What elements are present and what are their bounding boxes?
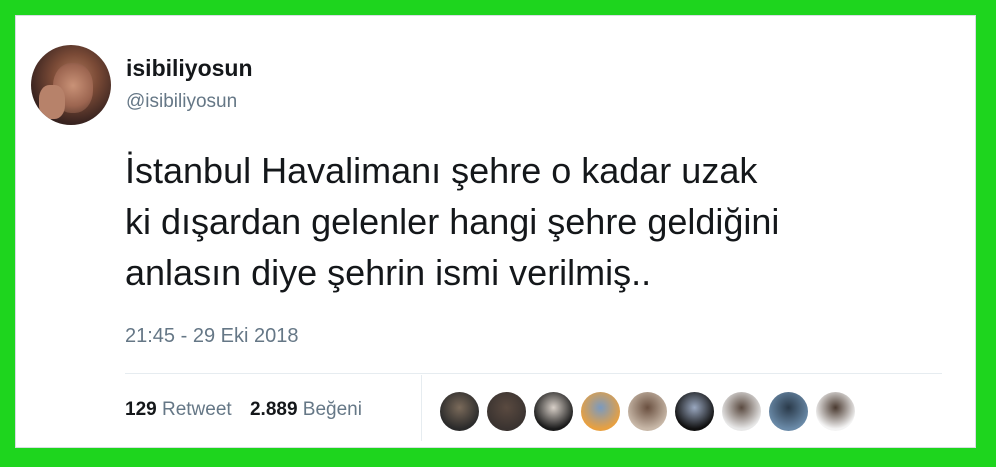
tweet-text: İstanbul Havalimanı şehre o kadar uzak k… (125, 150, 780, 293)
liker-avatar-6[interactable] (675, 392, 714, 431)
liker-avatar-9[interactable] (816, 392, 855, 431)
tweet-timestamp[interactable]: 21:45 - 29 Eki 2018 (125, 325, 298, 348)
display-name[interactable]: isibiliyosun (126, 55, 253, 82)
avatar-hand (39, 85, 65, 119)
liker-avatar-2[interactable] (487, 392, 526, 431)
liker-avatar-4[interactable] (581, 392, 620, 431)
liker-avatar-8[interactable] (769, 392, 808, 431)
retweet-stat[interactable]: 129 Retweet (125, 399, 232, 421)
retweet-count: 129 (125, 399, 157, 420)
likers-avatar-row (440, 392, 863, 432)
like-stat[interactable]: 2.889 Beğeni (250, 399, 362, 421)
liker-avatar-7[interactable] (722, 392, 761, 431)
liker-avatar-5[interactable] (628, 392, 667, 431)
like-count: 2.889 (249, 399, 298, 420)
liker-avatar-3[interactable] (534, 392, 573, 431)
stats-divider (125, 373, 942, 374)
tweet-stats: 129 Retweet 2.889 Beğeni (125, 399, 362, 421)
stats-separator (421, 375, 422, 441)
retweet-label: Retweet (161, 399, 232, 420)
user-handle[interactable]: @isibiliyosun (126, 91, 237, 113)
green-frame: isibiliyosun @isibiliyosun İstanbul Hava… (0, 0, 996, 467)
liker-avatar-1[interactable] (440, 392, 479, 431)
profile-avatar[interactable] (31, 45, 111, 125)
like-label: Beğeni (302, 399, 362, 420)
